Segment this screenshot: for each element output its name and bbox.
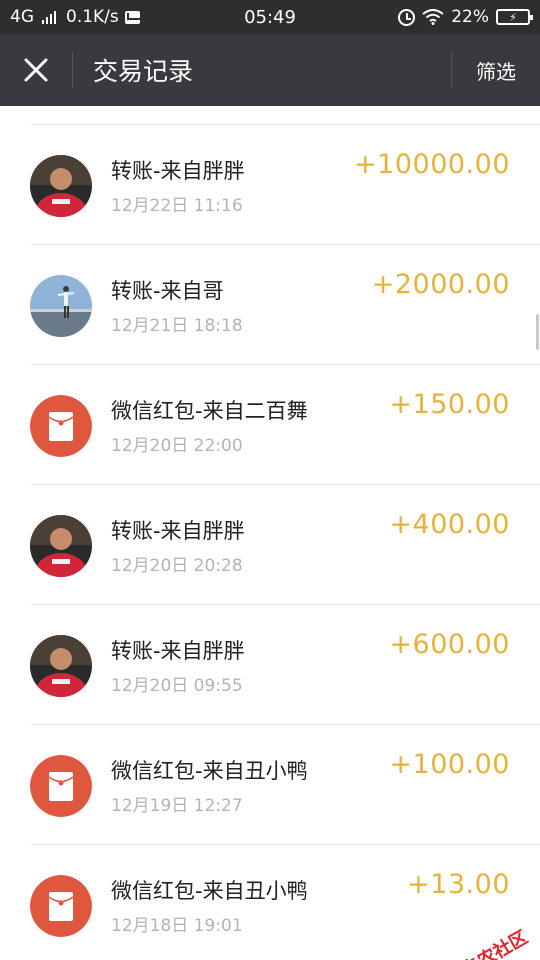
alarm-icon <box>398 8 416 26</box>
transaction-time: 12月19日 12:27 <box>111 796 243 816</box>
transaction-time: 12月18日 19:01 <box>111 916 243 936</box>
status-right: 22% ⚡ <box>398 7 533 27</box>
wifi-icon <box>422 9 444 25</box>
transaction-amount: +100.00 <box>389 749 510 780</box>
nav-bar: 交易记录 筛选 <box>0 34 540 106</box>
transaction-amount: +13.00 <box>407 869 510 900</box>
transaction-amount: +10000.00 <box>354 149 510 180</box>
scrollbar[interactable] <box>536 314 539 350</box>
transaction-time: 12月20日 22:00 <box>111 436 243 456</box>
red-packet-icon <box>30 875 92 937</box>
battery-percent: 22% <box>451 7 489 27</box>
transaction-amount: +150.00 <box>389 389 510 420</box>
transaction-time: 12月20日 20:28 <box>111 556 243 576</box>
mail-icon <box>124 10 140 24</box>
avatar <box>30 155 92 217</box>
close-button[interactable] <box>0 34 72 106</box>
transaction-time: 12月22日 11:16 <box>111 196 243 216</box>
transaction-title: 转账-来自胖胖 <box>111 159 245 183</box>
status-left: 4G 0.1K/s <box>10 7 140 27</box>
transaction-row[interactable]: 转账-来自哥 12月21日 18:18 +2000.00 <box>0 245 540 365</box>
network-speed: 0.1K/s <box>66 7 119 27</box>
transaction-title: 转账-来自胖胖 <box>111 519 245 543</box>
transaction-list[interactable]: 转账-来自胖胖 12月22日 11:16 +10000.00 转账-来自哥 12… <box>0 106 540 960</box>
transaction-amount: +400.00 <box>389 509 510 540</box>
transaction-title: 微信红包-来自丑小鸭 <box>111 879 308 903</box>
transaction-amount: +600.00 <box>389 629 510 660</box>
transaction-amount: +2000.00 <box>371 269 510 300</box>
transaction-row[interactable]: 微信红包-来自丑小鸭 12月19日 12:27 +100.00 <box>0 725 540 845</box>
signal-icon <box>42 10 56 24</box>
network-type: 4G <box>10 7 34 27</box>
avatar <box>30 275 92 337</box>
avatar <box>30 635 92 697</box>
nav-divider <box>72 52 73 88</box>
transaction-title: 微信红包-来自丑小鸭 <box>111 759 308 783</box>
filter-button[interactable]: 筛选 <box>452 56 540 85</box>
transaction-row[interactable]: 转账-来自胖胖 12月20日 09:55 +600.00 <box>0 605 540 725</box>
transaction-title: 微信红包-来自二百舞 <box>111 399 308 423</box>
transaction-time: 12月21日 18:18 <box>111 316 243 336</box>
transaction-title: 转账-来自胖胖 <box>111 639 245 663</box>
transaction-row[interactable]: 微信红包-来自丑小鸭 12月18日 19:01 +13.00 <box>0 845 540 960</box>
battery-charging-icon: ⚡ <box>496 9 533 25</box>
close-icon <box>24 58 48 82</box>
avatar <box>30 515 92 577</box>
transaction-title: 转账-来自哥 <box>111 279 224 303</box>
red-packet-icon <box>30 755 92 817</box>
transaction-row[interactable]: 转账-来自胖胖 12月22日 11:16 +10000.00 <box>0 125 540 245</box>
status-bar: 4G 0.1K/s 05:49 22% ⚡ <box>0 0 540 34</box>
nav-right: 筛选 <box>451 34 540 106</box>
transaction-time: 12月20日 09:55 <box>111 676 243 696</box>
transaction-row[interactable]: 微信红包-来自二百舞 12月20日 22:00 +150.00 <box>0 365 540 485</box>
page-title: 交易记录 <box>93 57 194 86</box>
transaction-row[interactable]: 转账-来自胖胖 12月20日 20:28 +400.00 <box>0 485 540 605</box>
red-packet-icon <box>30 395 92 457</box>
